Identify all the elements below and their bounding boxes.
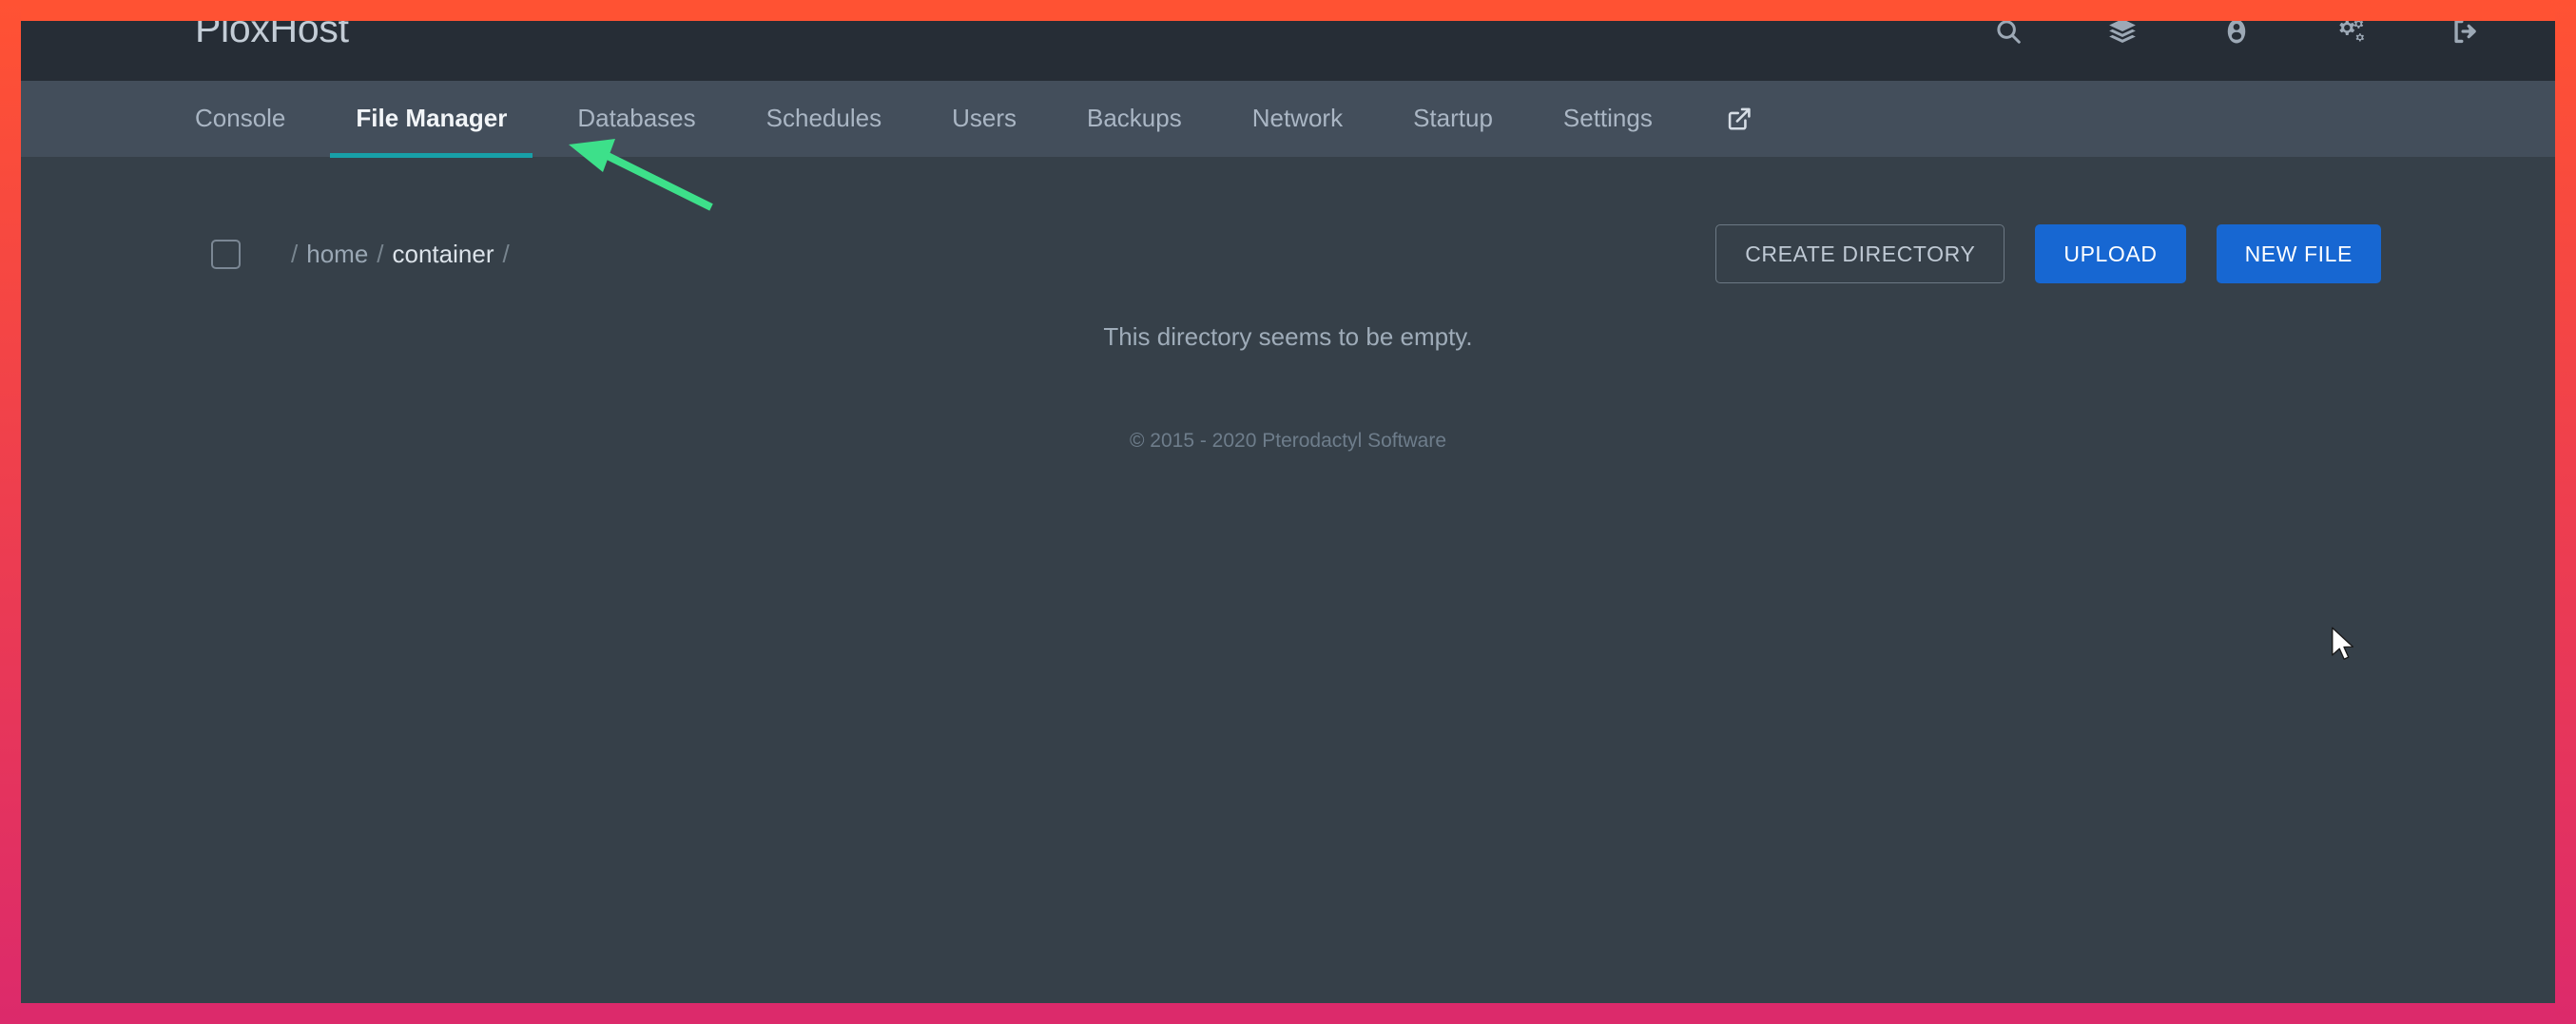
tab-schedules[interactable]: Schedules: [766, 106, 881, 132]
file-manager-content: / home / container / CREATE DIRECTORY UP…: [21, 208, 2555, 451]
layers-icon[interactable]: [2106, 21, 2139, 48]
breadcrumb-separator-trailing: /: [502, 242, 509, 266]
breadcrumb-item-container[interactable]: container: [393, 242, 494, 266]
tab-console[interactable]: Console: [195, 106, 285, 132]
brand-logo[interactable]: PloxHost: [195, 21, 349, 48]
breadcrumb-area: / home / container /: [211, 240, 518, 269]
tab-network[interactable]: Network: [1252, 106, 1343, 132]
new-file-button[interactable]: NEW FILE: [2217, 224, 2381, 283]
breadcrumb-item-home[interactable]: home: [306, 242, 368, 266]
top-header-icon-group: [1992, 21, 2481, 48]
footer-copyright: © 2015 - 2020 Pterodactyl Software: [21, 431, 2555, 451]
tab-startup[interactable]: Startup: [1413, 106, 1493, 132]
empty-directory-message: This directory seems to be empty.: [21, 324, 2555, 349]
pterodactyl-panel: PloxHost: [21, 21, 2555, 1003]
breadcrumb: / home / container /: [282, 242, 518, 266]
external-link-icon[interactable]: [1723, 103, 1755, 135]
frame-border-left: [0, 0, 21, 1024]
server-navigation-bar: Console File Manager Databases Schedules…: [21, 81, 2555, 157]
file-manager-toolbar: / home / container / CREATE DIRECTORY UP…: [21, 208, 2555, 299]
cogs-icon[interactable]: [2334, 21, 2367, 48]
tab-users[interactable]: Users: [952, 106, 1017, 132]
select-all-checkbox[interactable]: [211, 240, 241, 269]
user-icon[interactable]: [2220, 21, 2253, 48]
logout-icon[interactable]: [2449, 21, 2481, 48]
breadcrumb-separator-1: /: [377, 242, 383, 266]
create-directory-button[interactable]: CREATE DIRECTORY: [1715, 224, 2005, 283]
file-manager-action-buttons: CREATE DIRECTORY UPLOAD NEW FILE: [1715, 224, 2381, 283]
search-icon[interactable]: [1992, 21, 2024, 48]
breadcrumb-separator-root: /: [291, 242, 298, 266]
tab-settings[interactable]: Settings: [1563, 106, 1653, 132]
top-header-bar: PloxHost: [21, 21, 2555, 81]
frame-border-bottom: [0, 1003, 2576, 1024]
tab-backups[interactable]: Backups: [1087, 106, 1182, 132]
frame-border-top: [0, 0, 2576, 21]
frame-border-right: [2555, 0, 2576, 1024]
tab-databases[interactable]: Databases: [577, 106, 695, 132]
tab-file-manager[interactable]: File Manager: [356, 106, 507, 132]
upload-button[interactable]: UPLOAD: [2035, 224, 2185, 283]
